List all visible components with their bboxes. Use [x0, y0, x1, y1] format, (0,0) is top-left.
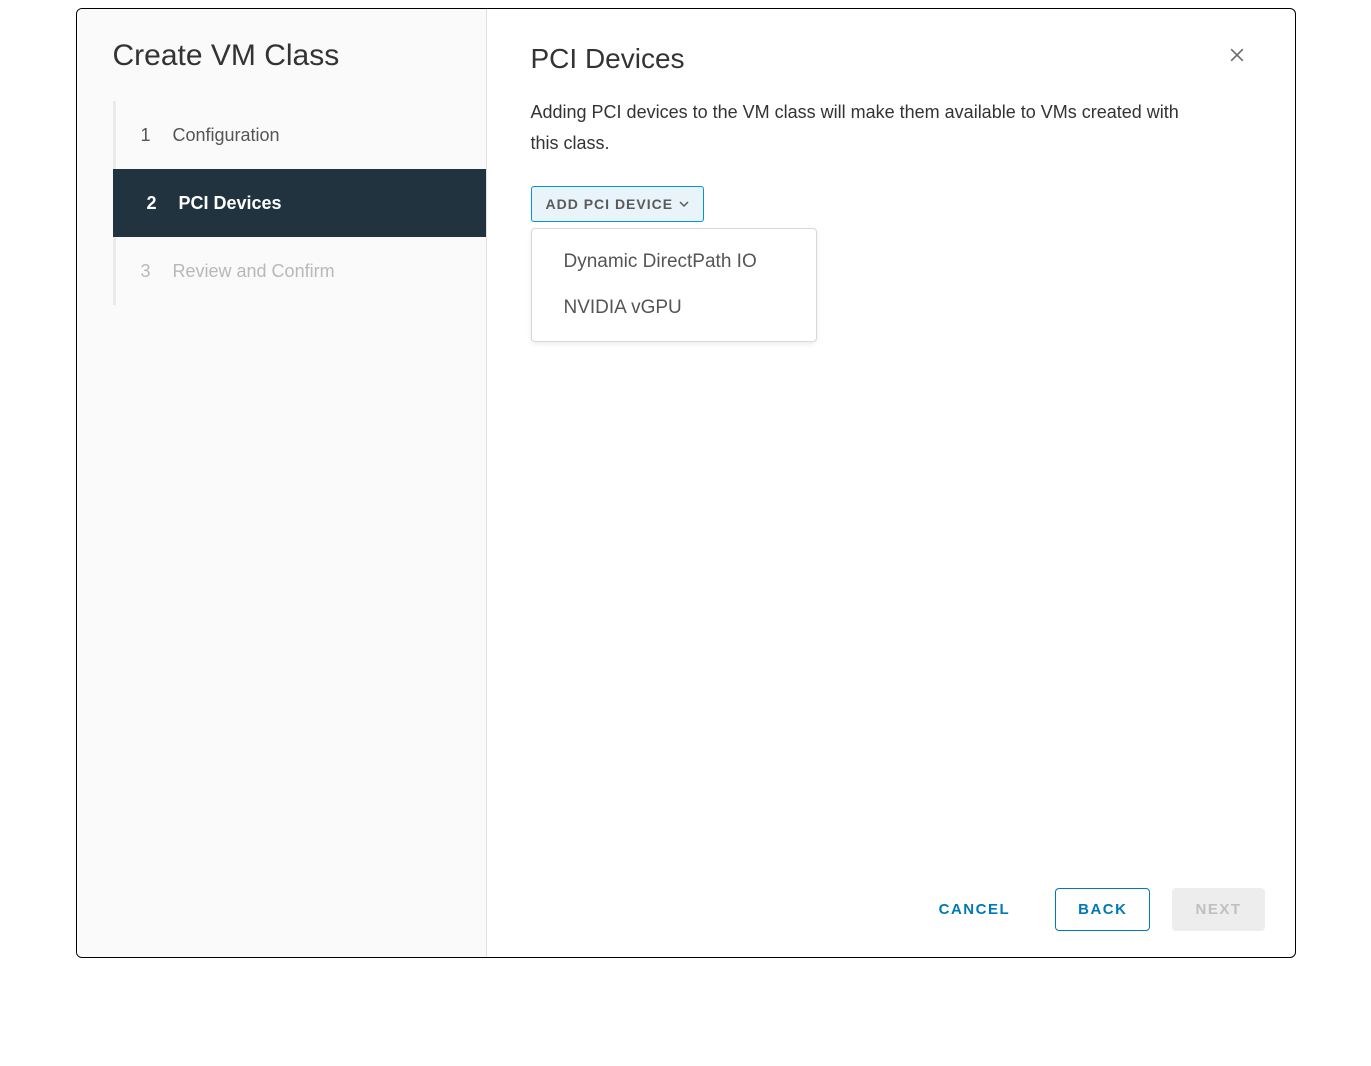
- wizard-steps: 1 Configuration 2 PCI Devices 3 Review a…: [113, 101, 486, 305]
- step-review-confirm: 3 Review and Confirm: [113, 237, 486, 305]
- step-number: 1: [141, 125, 165, 146]
- wizard-main: PCI Devices Adding PCI devices to the VM…: [487, 9, 1295, 957]
- chevron-down-icon: [679, 199, 689, 209]
- page-title: PCI Devices: [531, 43, 685, 75]
- create-vm-class-dialog: Create VM Class 1 Configuration 2 PCI De…: [76, 8, 1296, 958]
- step-label: Review and Confirm: [173, 261, 335, 282]
- back-button[interactable]: BACK: [1055, 888, 1150, 931]
- wizard-sidebar: Create VM Class 1 Configuration 2 PCI De…: [77, 9, 487, 957]
- close-icon: [1227, 45, 1247, 70]
- wizard-title: Create VM Class: [77, 39, 486, 101]
- add-pci-area: ADD PCI DEVICE Dynamic DirectPath IO NVI…: [487, 158, 1295, 222]
- page-description: Adding PCI devices to the VM class will …: [487, 75, 1227, 158]
- step-pci-devices[interactable]: 2 PCI Devices: [113, 169, 486, 237]
- step-number: 3: [141, 261, 165, 282]
- main-header: PCI Devices: [487, 9, 1295, 75]
- add-pci-device-dropdown: Dynamic DirectPath IO NVIDIA vGPU: [531, 228, 817, 342]
- step-label: PCI Devices: [179, 193, 282, 214]
- close-button[interactable]: [1223, 43, 1251, 71]
- step-number: 2: [147, 193, 171, 214]
- dropdown-item-nvidia-vgpu[interactable]: NVIDIA vGPU: [532, 285, 816, 331]
- step-configuration[interactable]: 1 Configuration: [113, 101, 486, 169]
- wizard-footer: CANCEL BACK NEXT: [487, 862, 1295, 957]
- dropdown-item-dynamic-directpath-io[interactable]: Dynamic DirectPath IO: [532, 239, 816, 285]
- step-label: Configuration: [173, 125, 280, 146]
- add-pci-device-button[interactable]: ADD PCI DEVICE: [531, 186, 705, 222]
- next-button: NEXT: [1172, 888, 1264, 931]
- cancel-button[interactable]: CANCEL: [916, 888, 1034, 931]
- add-pci-device-label: ADD PCI DEVICE: [546, 196, 674, 212]
